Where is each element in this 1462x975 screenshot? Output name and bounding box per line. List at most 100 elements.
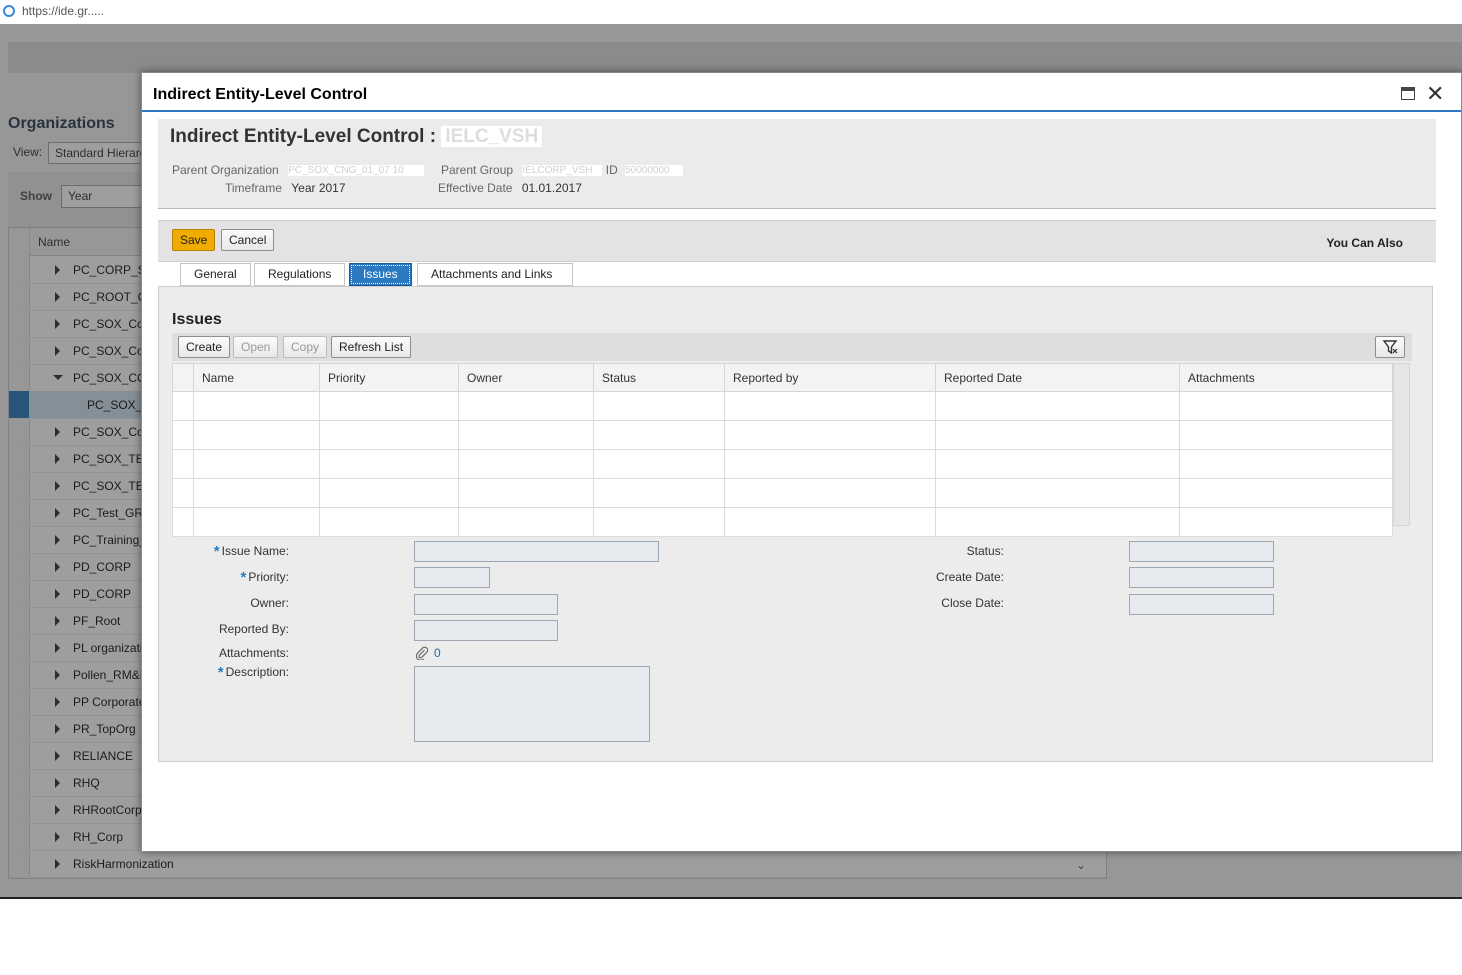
table-cell[interactable] xyxy=(193,391,320,421)
col-status[interactable]: Status xyxy=(593,363,725,392)
object-title-prefix: Indirect Entity-Level Control : xyxy=(170,126,442,147)
close-date-input[interactable] xyxy=(1129,594,1274,615)
issue-name-label: * Issue Name: xyxy=(213,543,289,560)
table-scrollbar[interactable] xyxy=(1393,363,1410,526)
table-cell[interactable] xyxy=(724,391,936,421)
table-cell[interactable] xyxy=(1179,449,1393,479)
table-cell[interactable] xyxy=(458,449,594,479)
parent-group-value: IELCORP_VSH xyxy=(522,165,603,177)
owner-label: Owner: xyxy=(250,596,289,610)
table-cell[interactable] xyxy=(1179,507,1393,537)
table-cell[interactable] xyxy=(724,478,936,508)
parent-group-field: Parent Group IELCORP_VSH ID 50000000 xyxy=(441,163,684,177)
parent-group-label: Parent Group xyxy=(441,163,514,177)
create-date-input[interactable] xyxy=(1129,567,1274,588)
table-cell[interactable] xyxy=(319,449,459,479)
row-selector-cell[interactable] xyxy=(172,507,194,537)
col-reported-date[interactable]: Reported Date xyxy=(935,363,1180,392)
col-priority[interactable]: Priority xyxy=(319,363,459,392)
copy-button[interactable]: Copy xyxy=(283,336,328,358)
table-cell[interactable] xyxy=(935,391,1180,421)
table-cell[interactable] xyxy=(458,478,594,508)
tab-general[interactable]: General xyxy=(180,263,251,286)
table-cell[interactable] xyxy=(458,507,594,537)
issue-name-input[interactable] xyxy=(414,541,659,562)
table-cell[interactable] xyxy=(458,420,594,450)
effective-date-value: 01.01.2017 xyxy=(521,181,582,195)
row-selector-cell[interactable] xyxy=(172,391,194,421)
table-cell[interactable] xyxy=(1179,478,1393,508)
filter-button[interactable] xyxy=(1375,336,1405,358)
table-cell[interactable] xyxy=(593,478,725,508)
priority-input[interactable] xyxy=(414,567,490,588)
table-cell[interactable] xyxy=(193,507,320,537)
table-cell[interactable] xyxy=(593,420,725,450)
save-button[interactable]: Save xyxy=(172,229,216,251)
table-cell[interactable] xyxy=(458,391,594,421)
table-cell[interactable] xyxy=(319,507,459,537)
table-cell[interactable] xyxy=(724,449,936,479)
table-row[interactable] xyxy=(172,507,1393,537)
timeframe-value: Year 2017 xyxy=(291,181,346,195)
table-cell[interactable] xyxy=(935,507,1180,537)
tab-issues[interactable]: Issues xyxy=(349,263,412,286)
row-selector-cell[interactable] xyxy=(172,478,194,508)
issues-table: Name Priority Owner Status Reported by R… xyxy=(172,363,1393,537)
description-textarea[interactable] xyxy=(414,666,650,742)
refresh-list-button[interactable]: Refresh List xyxy=(331,336,412,358)
table-row[interactable] xyxy=(172,420,1393,450)
maximize-icon[interactable] xyxy=(1401,87,1415,100)
open-button[interactable]: Open xyxy=(233,336,279,358)
owner-input[interactable] xyxy=(414,594,558,615)
select-all-cell[interactable] xyxy=(172,363,194,392)
issues-section-title: Issues xyxy=(172,311,222,328)
issues-table-header: Name Priority Owner Status Reported by R… xyxy=(172,363,1393,392)
table-cell[interactable] xyxy=(193,420,320,450)
status-input[interactable] xyxy=(1129,541,1274,562)
effective-date-field: Effective Date 01.01.2017 xyxy=(438,181,582,195)
you-can-also-menu[interactable]: You Can Also xyxy=(1326,236,1403,250)
indirect-elc-dialog: Indirect Entity-Level Control ✕ Indirect… xyxy=(141,72,1462,852)
table-cell[interactable] xyxy=(724,507,936,537)
tab-attachments-and-links[interactable]: Attachments and Links xyxy=(417,263,573,286)
table-cell[interactable] xyxy=(593,391,725,421)
reported-by-input[interactable] xyxy=(414,620,558,641)
timeframe-label: Timeframe xyxy=(225,181,282,195)
table-cell[interactable] xyxy=(935,478,1180,508)
table-cell[interactable] xyxy=(319,420,459,450)
description-label: * Description: xyxy=(217,664,289,681)
create-button[interactable]: Create xyxy=(178,336,231,358)
browser-address-bar[interactable]: https://ide.gr..... xyxy=(0,0,1462,25)
col-reported-by[interactable]: Reported by xyxy=(724,363,936,392)
browser-url[interactable]: https://ide.gr..... xyxy=(22,4,104,18)
attachments-count-link[interactable]: 0 xyxy=(434,646,441,660)
table-cell[interactable] xyxy=(935,420,1180,450)
required-marker: * xyxy=(240,569,247,586)
table-row[interactable] xyxy=(172,391,1393,421)
cancel-button[interactable]: Cancel xyxy=(221,229,275,251)
col-owner[interactable]: Owner xyxy=(458,363,594,392)
parent-org-label: Parent Organization xyxy=(172,163,279,177)
col-attachments[interactable]: Attachments xyxy=(1179,363,1393,392)
row-selector-cell[interactable] xyxy=(172,420,194,450)
close-icon[interactable]: ✕ xyxy=(1426,83,1444,105)
action-bar: Save Cancel You Can Also xyxy=(158,220,1436,262)
table-cell[interactable] xyxy=(593,449,725,479)
parent-org-value: PC_SOX_CNG_01_07 10 xyxy=(288,165,425,177)
table-cell[interactable] xyxy=(319,478,459,508)
table-cell[interactable] xyxy=(319,391,459,421)
table-cell[interactable] xyxy=(1179,420,1393,450)
table-row[interactable] xyxy=(172,478,1393,508)
timeframe-field: Timeframe Year 2017 xyxy=(225,181,346,195)
table-cell[interactable] xyxy=(193,478,320,508)
effective-date-label: Effective Date xyxy=(438,181,513,195)
table-cell[interactable] xyxy=(724,420,936,450)
table-row[interactable] xyxy=(172,449,1393,479)
table-cell[interactable] xyxy=(935,449,1180,479)
table-cell[interactable] xyxy=(1179,391,1393,421)
tab-regulations[interactable]: Regulations xyxy=(254,263,346,286)
table-cell[interactable] xyxy=(193,449,320,479)
row-selector-cell[interactable] xyxy=(172,449,194,479)
col-name[interactable]: Name xyxy=(193,363,320,392)
table-cell[interactable] xyxy=(593,507,725,537)
